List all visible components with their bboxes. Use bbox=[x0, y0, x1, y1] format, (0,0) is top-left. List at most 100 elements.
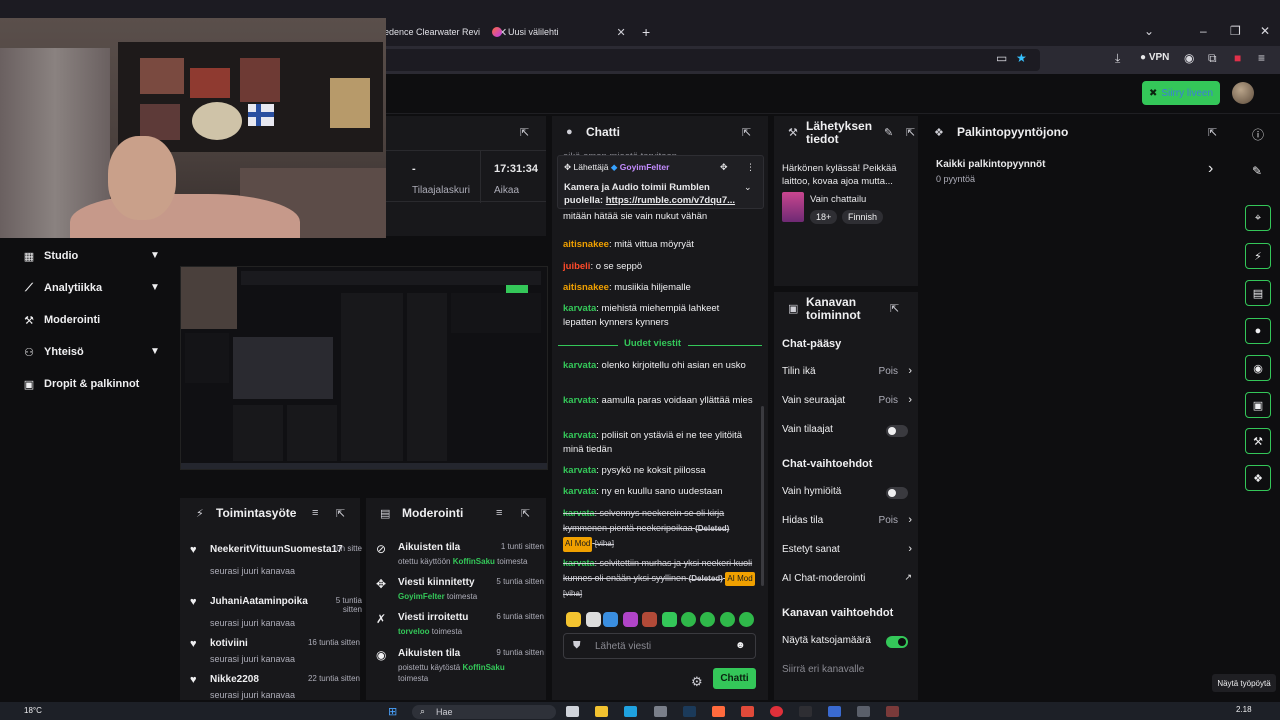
taskbar-app-icon[interactable] bbox=[857, 706, 870, 717]
url-bar[interactable] bbox=[380, 49, 1040, 71]
account-icon[interactable]: ◉ bbox=[1184, 51, 1194, 65]
shield-icon[interactable]: ⛊ bbox=[573, 640, 581, 651]
rail-button-focus[interactable]: ⌖ bbox=[1245, 205, 1271, 231]
windows-start-icon[interactable]: ⊞ bbox=[388, 705, 397, 718]
filter-icon[interactable]: ≡ bbox=[496, 507, 502, 519]
reader-icon[interactable]: ▭ bbox=[996, 51, 1007, 65]
ai-moderation-row[interactable]: AI Chat-moderointi ↗ bbox=[782, 572, 912, 589]
close-window-icon[interactable]: ✕ bbox=[1260, 24, 1270, 38]
go-live-button[interactable]: ✖ Siirry liveen bbox=[1142, 81, 1220, 105]
mod-user[interactable]: KoffinSaku bbox=[462, 663, 504, 672]
category-name[interactable]: Vain chattailu bbox=[810, 194, 866, 205]
emote-icon[interactable] bbox=[662, 612, 677, 627]
opera-icon[interactable] bbox=[770, 706, 783, 717]
chevron-down-icon[interactable]: ▼ bbox=[150, 250, 160, 261]
raid-row[interactable]: Siirrä eri kanavalle bbox=[782, 664, 912, 680]
chat-username[interactable]: karvata bbox=[563, 395, 596, 406]
pinned-user[interactable]: GoyimFelter bbox=[620, 162, 670, 172]
mod-user[interactable]: GoyimFelter bbox=[398, 592, 445, 601]
emote-icon[interactable] bbox=[681, 612, 696, 627]
bookmark-star-icon[interactable]: ★ bbox=[1016, 51, 1027, 65]
rail-button-moderation[interactable]: ▤ bbox=[1245, 280, 1271, 306]
chat-username[interactable]: karvata bbox=[563, 430, 596, 441]
browser-tab[interactable]: edence Clearwater Revi ✕ bbox=[384, 20, 507, 44]
clock[interactable]: 2.18 bbox=[1236, 705, 1252, 714]
popout-icon[interactable]: ⇱ bbox=[1208, 126, 1217, 139]
chevron-down-icon[interactable]: ▼ bbox=[150, 282, 160, 293]
activity-user[interactable]: kotiviini bbox=[210, 638, 248, 649]
rail-button-actions[interactable]: ▣ bbox=[1245, 392, 1271, 418]
chat-username[interactable]: karvata bbox=[563, 558, 595, 568]
activity-user[interactable]: JuhaniAataminpoika bbox=[210, 596, 308, 607]
popout-icon[interactable]: ⇱ bbox=[906, 126, 915, 139]
popout-icon[interactable]: ⇱ bbox=[520, 126, 529, 139]
tag-badge[interactable]: Finnish bbox=[842, 210, 884, 224]
chat-username[interactable]: juibeli bbox=[563, 261, 590, 272]
info-icon[interactable]: ⓘ bbox=[1252, 126, 1264, 143]
subscribers-only-toggle[interactable] bbox=[886, 425, 908, 437]
user-avatar[interactable] bbox=[1232, 82, 1254, 104]
emoji-icon[interactable]: ☻ bbox=[735, 640, 746, 651]
all-rewards-row[interactable]: Kaikki palkintopyynnöt 0 pyyntöä › bbox=[936, 158, 1220, 188]
extension-badge-icon[interactable]: ■ bbox=[1234, 51, 1241, 65]
show-viewers-toggle[interactable] bbox=[886, 636, 908, 648]
edit-pencil-icon[interactable]: ✎ bbox=[1252, 164, 1262, 178]
filter-icon[interactable]: ≡ bbox=[312, 507, 318, 519]
terminal-icon[interactable] bbox=[799, 706, 812, 717]
tag-badge[interactable]: 18+ bbox=[810, 210, 838, 224]
activity-user[interactable]: Nikke2208 bbox=[210, 674, 259, 685]
account-age-row[interactable]: Tilin ikä Pois › bbox=[782, 365, 912, 382]
taskbar-app-icon[interactable] bbox=[741, 706, 754, 717]
rail-button-broadcast[interactable]: ◉ bbox=[1245, 355, 1271, 381]
rail-button-rewards[interactable]: ❖ bbox=[1245, 465, 1271, 491]
followers-only-row[interactable]: Vain seuraajat Pois › bbox=[782, 394, 912, 411]
nav-item-moderation[interactable]: ⚒ Moderointi bbox=[22, 311, 100, 329]
emote-icon[interactable] bbox=[720, 612, 735, 627]
chat-username[interactable]: karvata bbox=[563, 465, 596, 476]
tab-list-icon[interactable]: ⌄ bbox=[1144, 24, 1154, 38]
nav-item-community[interactable]: ⚇ Yhteisö bbox=[22, 343, 84, 361]
chat-scrollbar[interactable] bbox=[761, 406, 764, 586]
chevron-down-icon[interactable]: ▼ bbox=[150, 346, 160, 357]
rail-button-activity[interactable]: ⚡ bbox=[1245, 243, 1271, 269]
maximize-icon[interactable]: ❐ bbox=[1230, 24, 1241, 38]
nav-item-studio[interactable]: ▦ Studio bbox=[22, 247, 78, 265]
category-thumbnail[interactable] bbox=[782, 192, 804, 222]
pinned-link[interactable]: https://rumble.com/v7dqu7... bbox=[606, 195, 735, 206]
emote-icon[interactable] bbox=[623, 612, 638, 627]
edge-icon[interactable] bbox=[624, 706, 637, 717]
chat-username[interactable]: aitisnakee bbox=[563, 282, 609, 293]
chat-username[interactable]: karvata bbox=[563, 486, 596, 497]
popout-icon[interactable]: ⇱ bbox=[742, 126, 751, 139]
popout-icon[interactable]: ⇱ bbox=[336, 507, 345, 520]
emote-icon[interactable] bbox=[700, 612, 715, 627]
store-icon[interactable] bbox=[654, 706, 667, 717]
taskbar-search[interactable]: ⌕ Hae bbox=[412, 705, 556, 719]
stream-preview[interactable] bbox=[180, 266, 548, 470]
chat-username[interactable]: karvata bbox=[563, 303, 596, 314]
chat-username[interactable]: karvata bbox=[563, 508, 595, 518]
rail-button-chat[interactable]: ● bbox=[1245, 318, 1271, 344]
taskbar-app-icon[interactable] bbox=[828, 706, 841, 717]
vpn-button[interactable]: ● VPN bbox=[1140, 52, 1169, 63]
settings-gear-icon[interactable]: ⚙ bbox=[691, 674, 703, 690]
send-chat-button[interactable]: Chatti bbox=[713, 668, 756, 689]
steam-icon[interactable] bbox=[683, 706, 696, 717]
taskbar-app-icon[interactable] bbox=[566, 706, 579, 717]
download-icon[interactable]: ⤓ bbox=[1115, 51, 1120, 66]
rail-button-info[interactable]: ⚒ bbox=[1245, 428, 1271, 454]
taskbar-app-icon[interactable] bbox=[886, 706, 899, 717]
blocked-words-row[interactable]: Estetyt sanat › bbox=[782, 543, 912, 560]
chat-username[interactable]: aitisnakee bbox=[563, 239, 609, 250]
emote-icon[interactable] bbox=[586, 612, 601, 627]
firefox-icon[interactable] bbox=[712, 706, 725, 717]
nav-item-drops[interactable]: ▣ Dropit & palkinnot bbox=[22, 375, 140, 393]
slow-mode-row[interactable]: Hidas tila Pois › bbox=[782, 514, 912, 531]
emote-icon[interactable] bbox=[603, 612, 618, 627]
extensions-icon[interactable]: ⧉ bbox=[1208, 51, 1217, 66]
mod-user[interactable]: torveloo bbox=[398, 627, 430, 636]
chevron-down-icon[interactable]: ⌄ bbox=[744, 182, 752, 193]
menu-icon[interactable]: ≡ bbox=[1258, 51, 1265, 65]
pin-icon[interactable]: ✥ bbox=[720, 162, 728, 173]
chat-username[interactable]: karvata bbox=[563, 360, 596, 371]
